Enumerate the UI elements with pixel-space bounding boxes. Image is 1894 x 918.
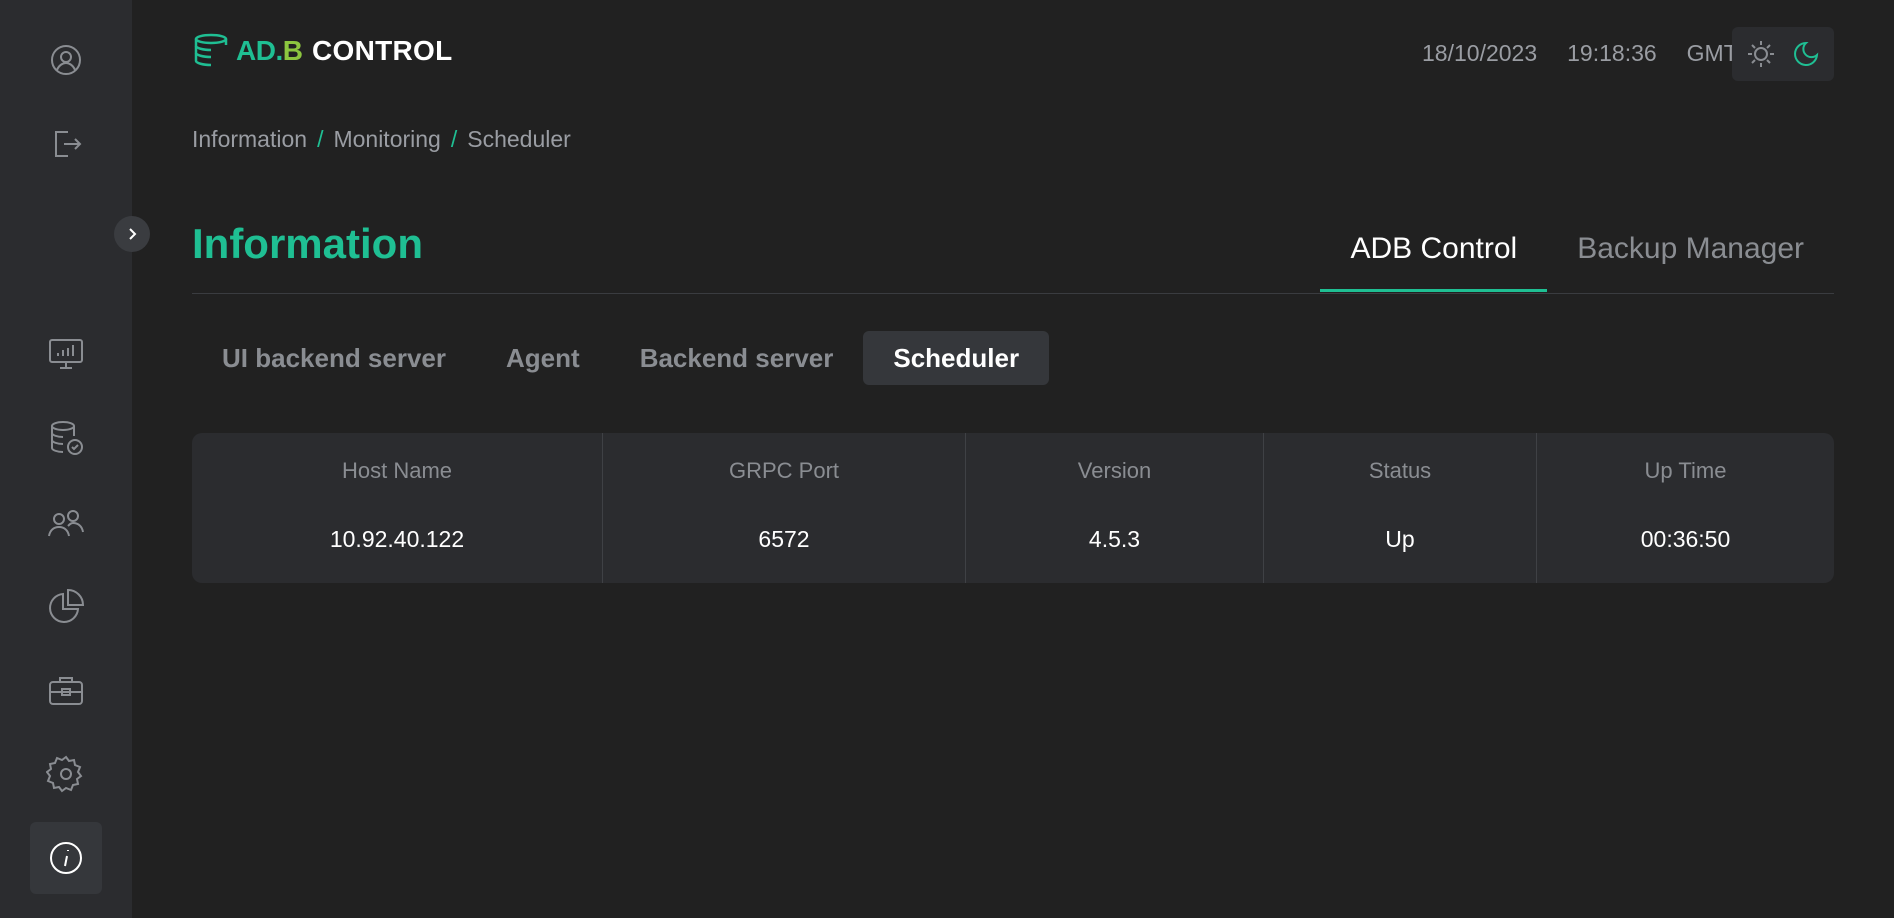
clock: 18/10/2023 19:18:36 GMT+3 — [1422, 40, 1764, 67]
breadcrumb-information[interactable]: Information — [192, 126, 307, 153]
briefcase-icon — [49, 677, 83, 705]
column-header: Version — [1077, 458, 1152, 483]
product-tabs: ADB Control Backup Manager — [1320, 220, 1834, 292]
logo-text-part1: AD. — [236, 35, 283, 66]
database-logo-icon — [194, 33, 228, 67]
table-cell: 6572 — [758, 526, 810, 552]
scheduler-info-table: Host Name 10.92.40.122 GRPC Port 6572 Ve… — [192, 433, 1834, 583]
database-check-icon — [51, 421, 83, 455]
dark-theme-button[interactable] — [1790, 38, 1822, 70]
breadcrumb-separator: / — [317, 126, 324, 152]
tab-scheduler[interactable]: Scheduler — [863, 331, 1050, 385]
column-host-name: Host Name 10.92.40.122 — [192, 433, 603, 583]
users-icon — [48, 510, 84, 537]
column-header: Status — [1368, 458, 1432, 483]
page-title: Information — [192, 220, 423, 267]
monitoring-icon — [49, 339, 83, 369]
user-profile-button[interactable] — [30, 24, 102, 96]
user-icon — [51, 45, 81, 75]
sidebar-item-information[interactable] — [30, 822, 102, 894]
sidebar — [0, 0, 150, 918]
sidebar-item-database[interactable] — [30, 402, 102, 474]
sidebar-item-reports[interactable] — [30, 570, 102, 642]
tab-ui-backend-server[interactable]: UI backend server — [192, 331, 476, 385]
tab-backend-server[interactable]: Backend server — [610, 331, 864, 385]
current-time: 19:18:36 — [1567, 40, 1657, 66]
column-up-time: Up Time 00:36:50 — [1537, 433, 1834, 583]
gear-icon — [46, 755, 83, 793]
table-cell: Up — [1385, 526, 1415, 552]
tab-backup-manager[interactable]: Backup Manager — [1547, 220, 1834, 292]
column-header: Up Time — [1644, 458, 1727, 483]
pie-chart-icon — [49, 588, 85, 623]
breadcrumb-separator: / — [450, 126, 458, 152]
light-theme-button[interactable] — [1745, 38, 1777, 70]
tabs-divider — [192, 293, 1834, 294]
table-cell: 10.92.40.122 — [329, 526, 465, 552]
main-content: AD. B CONTROL 18/10/2023 19:18:36 GMT+3 In… — [132, 0, 1894, 918]
sidebar-item-monitoring[interactable] — [30, 318, 102, 390]
column-status: Status Up — [1264, 433, 1537, 583]
sidebar-item-settings[interactable] — [30, 738, 102, 810]
sidebar-item-tools[interactable] — [30, 654, 102, 726]
breadcrumb-scheduler: Scheduler — [467, 126, 571, 152]
tab-agent[interactable]: Agent — [476, 331, 610, 385]
moon-icon — [1793, 41, 1818, 66]
component-tabs: UI backend server Agent Backend server S… — [192, 331, 1050, 385]
theme-toggle — [1732, 27, 1834, 81]
column-header: GRPC Port — [728, 458, 840, 483]
sidebar-item-users[interactable] — [30, 488, 102, 560]
column-version: Version 4.5.3 — [966, 433, 1264, 583]
logo-text-part3: CONTROL — [311, 35, 453, 66]
info-icon — [50, 842, 82, 874]
logout-icon — [55, 131, 82, 157]
column-header: Host Name — [341, 458, 453, 483]
breadcrumb-monitoring[interactable]: Monitoring — [333, 126, 440, 153]
column-grpc-port: GRPC Port 6572 — [603, 433, 966, 583]
logout-button[interactable] — [30, 108, 102, 180]
table-cell: 4.5.3 — [1088, 526, 1141, 552]
breadcrumb: Information / Monitoring / Scheduler — [192, 126, 571, 153]
logo: AD. B CONTROL — [192, 30, 453, 72]
table-cell: 00:36:50 — [1640, 526, 1731, 552]
sun-icon — [1747, 41, 1774, 67]
logo-text-part2: B — [282, 35, 303, 66]
tab-adb-control[interactable]: ADB Control — [1320, 220, 1547, 292]
current-date: 18/10/2023 — [1422, 40, 1538, 66]
